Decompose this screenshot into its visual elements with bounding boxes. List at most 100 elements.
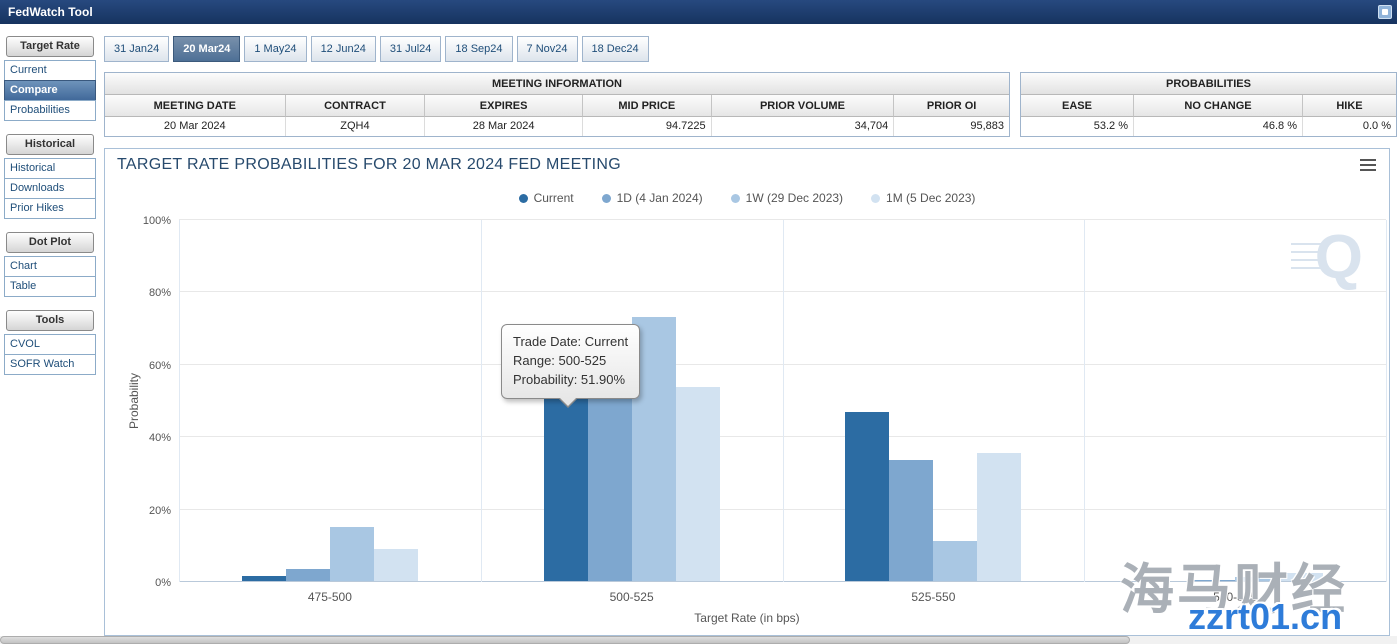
- bar-current-500-525[interactable]: [544, 393, 588, 581]
- sidebar-item-prior-hikes[interactable]: Prior Hikes: [4, 198, 96, 219]
- bar-1m-5-dec-2023-525-550[interactable]: [977, 453, 1021, 581]
- sidebar-section-dot-plot[interactable]: Dot Plot: [6, 232, 94, 253]
- legend-dot-1m-5-dec-2023: [871, 194, 880, 203]
- meeting-info-value-row: 20 Mar 2024ZQH428 Mar 202494.722534,7049…: [105, 117, 1009, 136]
- prob-column-hike: HIKE: [1303, 95, 1396, 117]
- sidebar-item-cvol[interactable]: CVOL: [4, 334, 96, 355]
- y-tick-60: 60%: [131, 360, 171, 372]
- sidebar: Target Rate CurrentCompareProbabilities Hi…: [0, 24, 100, 634]
- y-tick-40: 40%: [131, 432, 171, 444]
- y-tick-20: 20%: [131, 505, 171, 517]
- meeting-column-expires: EXPIRES: [425, 95, 583, 117]
- tab-7-nov24[interactable]: 7 Nov24: [517, 36, 578, 62]
- gridline-v-0: [179, 220, 180, 582]
- probabilities-header-row: EASENO CHANGEHIKE: [1021, 95, 1396, 117]
- meeting-column-prior-oi: PRIOR OI: [894, 95, 1009, 117]
- sidebar-section-list-tools: CVOLSOFR Watch: [4, 334, 96, 375]
- probabilities-table: PROBABILITIES EASENO CHANGEHIKE 53.2 %46…: [1020, 72, 1397, 137]
- prob-column-no-change: NO CHANGE: [1134, 95, 1303, 117]
- sidebar-item-current[interactable]: Current: [4, 60, 96, 81]
- plot-area: Probability Trade Date: Current Range: 5…: [179, 220, 1386, 582]
- prob-value-no-change: 46.8 %: [1134, 117, 1303, 136]
- meeting-value-mid-price: 94.7225: [583, 117, 712, 136]
- legend-label-1w-29-dec-2023: 1W (29 Dec 2023): [746, 191, 843, 205]
- sidebar-section-tools[interactable]: Tools: [6, 310, 94, 331]
- meeting-value-contract: ZQH4: [286, 117, 426, 136]
- sidebar-section-target-rate[interactable]: Target Rate: [6, 36, 94, 57]
- legend-item-1w-29-dec-2023[interactable]: 1W (29 Dec 2023): [731, 191, 843, 205]
- tooltip-probability: Probability: 51.90%: [513, 371, 628, 390]
- tab-18-sep24[interactable]: 18 Sep24: [445, 36, 512, 62]
- bar-1w-29-dec-2023-525-550[interactable]: [933, 541, 977, 581]
- meeting-value-expires: 28 Mar 2024: [425, 117, 583, 136]
- sidebar-item-historical[interactable]: Historical: [4, 158, 96, 179]
- meeting-info-table: MEETING INFORMATION MEETING DATECONTRACT…: [104, 72, 1010, 137]
- app-header: FedWatch Tool: [0, 0, 1397, 24]
- legend-label-current: Current: [534, 191, 574, 205]
- bar-1d-4-jan-2024-525-550[interactable]: [889, 460, 933, 581]
- sidebar-item-sofr-watch[interactable]: SOFR Watch: [4, 354, 96, 375]
- app-title: FedWatch Tool: [0, 0, 1397, 24]
- meeting-column-contract: CONTRACT: [286, 95, 426, 117]
- scrollbar-thumb[interactable]: [0, 636, 1130, 644]
- meeting-date-tabs: 31 Jan2420 Mar241 May2412 Jun2431 Jul241…: [104, 36, 649, 62]
- bar-current-475-500[interactable]: [242, 576, 286, 581]
- tab-31-jul24[interactable]: 31 Jul24: [380, 36, 442, 62]
- bar-1w-29-dec-2023-475-500[interactable]: [330, 527, 374, 581]
- bar-1d-4-jan-2024-475-500[interactable]: [286, 569, 330, 581]
- meeting-info-title: MEETING INFORMATION: [105, 73, 1009, 95]
- bar-1m-5-dec-2023-500-525[interactable]: [676, 387, 720, 581]
- legend-label-1m-5-dec-2023: 1M (5 Dec 2023): [886, 191, 975, 205]
- meeting-value-prior-oi: 95,883: [894, 117, 1009, 136]
- y-tick-80: 80%: [131, 287, 171, 299]
- y-tick-0: 0%: [131, 577, 171, 589]
- gridline-v-1: [481, 220, 482, 582]
- legend-item-1m-5-dec-2023[interactable]: 1M (5 Dec 2023): [871, 191, 975, 205]
- x-tick-475-500: 475-500: [179, 590, 481, 604]
- bar-current-525-550[interactable]: [845, 412, 889, 581]
- sidebar-section-list-dot-plot: ChartTable: [4, 256, 96, 297]
- legend-dot-current: [519, 194, 528, 203]
- sidebar-item-probabilities[interactable]: Probabilities: [4, 100, 96, 121]
- gridline-v-3: [1084, 220, 1085, 582]
- sidebar-section-historical[interactable]: Historical: [6, 134, 94, 155]
- meeting-column-meeting-date: MEETING DATE: [105, 95, 286, 117]
- sidebar-item-compare[interactable]: Compare: [4, 80, 96, 101]
- legend-label-1d-4-jan-2024: 1D (4 Jan 2024): [617, 191, 703, 205]
- tab-1-may24[interactable]: 1 May24: [244, 36, 306, 62]
- legend-dot-1w-29-dec-2023: [731, 194, 740, 203]
- probabilities-value-row: 53.2 %46.8 %0.0 %: [1021, 117, 1396, 136]
- prob-value-hike: 0.0 %: [1303, 117, 1396, 136]
- tab-18-dec24[interactable]: 18 Dec24: [582, 36, 649, 62]
- gridline-v-2: [783, 220, 784, 582]
- x-tick-500-525: 500-525: [481, 590, 783, 604]
- tooltip-trade-date: Trade Date: Current: [513, 333, 628, 352]
- x-tick-525-550: 525-550: [783, 590, 1085, 604]
- legend-item-current[interactable]: Current: [519, 191, 574, 205]
- meeting-column-mid-price: MID PRICE: [583, 95, 712, 117]
- sidebar-section-list-historical: HistoricalDownloadsPrior Hikes: [4, 158, 96, 219]
- sidebar-item-table[interactable]: Table: [4, 276, 96, 297]
- legend-dot-1d-4-jan-2024: [602, 194, 611, 203]
- meeting-info-header-row: MEETING DATECONTRACTEXPIRESMID PRICEPRIO…: [105, 95, 1009, 117]
- tooltip-range: Range: 500-525: [513, 352, 628, 371]
- prob-value-ease: 53.2 %: [1021, 117, 1134, 136]
- tab-20-mar24[interactable]: 20 Mar24: [173, 36, 240, 62]
- header-action-icon[interactable]: [1378, 5, 1392, 19]
- legend-item-1d-4-jan-2024[interactable]: 1D (4 Jan 2024): [602, 191, 703, 205]
- tab-12-jun24[interactable]: 12 Jun24: [311, 36, 376, 62]
- sidebar-item-downloads[interactable]: Downloads: [4, 178, 96, 199]
- probabilities-title: PROBABILITIES: [1021, 73, 1396, 95]
- chart-tooltip: Trade Date: Current Range: 500-525 Proba…: [501, 324, 640, 399]
- hamburger-icon: [1360, 159, 1376, 161]
- sidebar-item-chart[interactable]: Chart: [4, 256, 96, 277]
- meeting-column-prior-volume: PRIOR VOLUME: [712, 95, 895, 117]
- y-tick-100: 100%: [131, 215, 171, 227]
- meeting-value-meeting-date: 20 Mar 2024: [105, 117, 286, 136]
- gridline-v-4: [1386, 220, 1387, 582]
- bar-1m-5-dec-2023-475-500[interactable]: [374, 549, 418, 581]
- chart-context-menu-icon[interactable]: [1360, 159, 1378, 173]
- sidebar-section-list-target-rate: CurrentCompareProbabilities: [4, 60, 96, 121]
- prob-column-ease: EASE: [1021, 95, 1134, 117]
- tab-31-jan24[interactable]: 31 Jan24: [104, 36, 169, 62]
